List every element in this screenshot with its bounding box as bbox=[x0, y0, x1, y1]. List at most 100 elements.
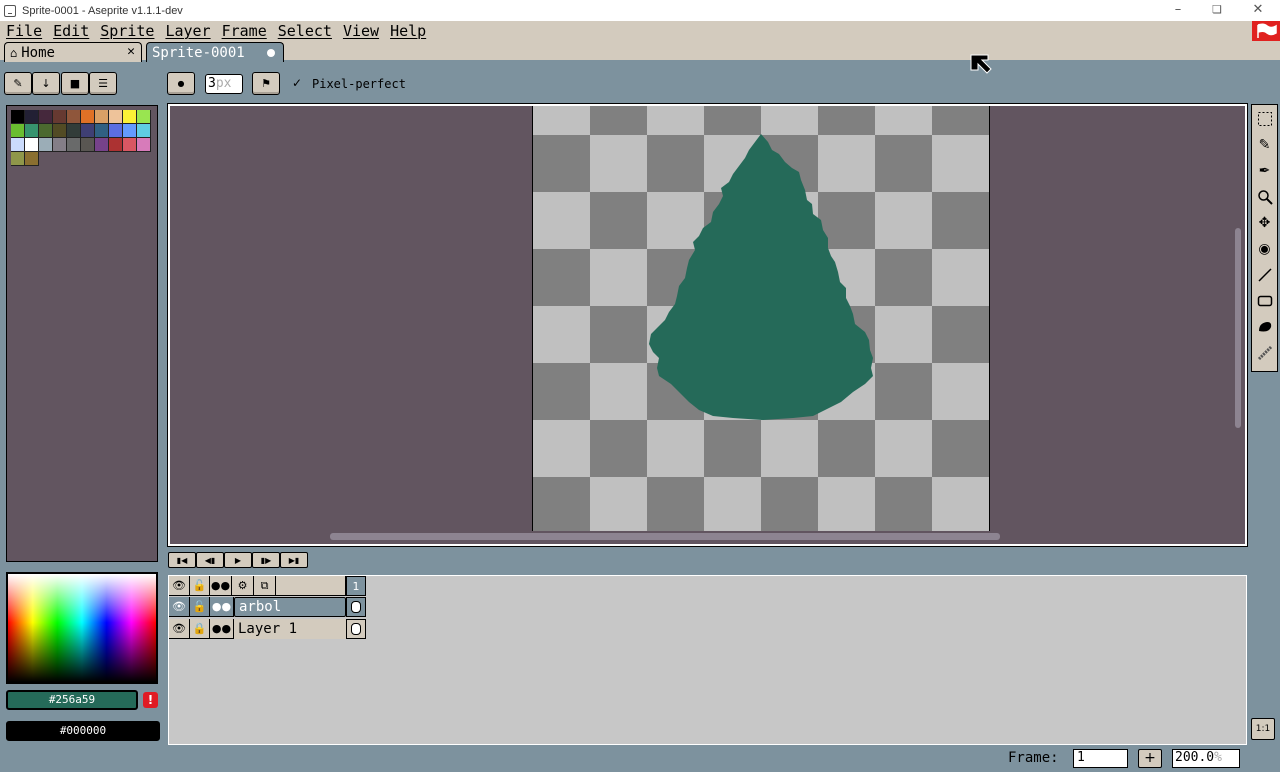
menu-frame[interactable]: Frame bbox=[222, 22, 267, 40]
palette-swatch[interactable] bbox=[53, 110, 67, 124]
sort-palette-button[interactable]: ↓ bbox=[32, 72, 60, 95]
line-tool[interactable] bbox=[1253, 262, 1276, 287]
sprite-canvas[interactable] bbox=[532, 106, 990, 531]
gear-icon[interactable]: ⚙ bbox=[232, 576, 254, 596]
palette-swatch[interactable] bbox=[39, 124, 53, 138]
palette-swatch[interactable] bbox=[25, 138, 39, 152]
palette-swatch[interactable] bbox=[137, 110, 151, 124]
palette-swatch[interactable] bbox=[53, 124, 67, 138]
first-frame-button[interactable]: ▮◀ bbox=[168, 552, 196, 568]
palette-swatch[interactable] bbox=[67, 138, 81, 152]
layer-visibility-toggle[interactable]: 👁 bbox=[169, 619, 190, 639]
frame-header[interactable]: 1 bbox=[346, 576, 366, 596]
blur-tool[interactable] bbox=[1253, 340, 1276, 365]
news-flag-icon[interactable] bbox=[1252, 21, 1280, 41]
palette-swatch[interactable] bbox=[11, 152, 25, 166]
foreground-color-button[interactable]: #256a59 bbox=[6, 690, 138, 710]
contour-tool[interactable] bbox=[1253, 314, 1276, 339]
palette-swatch[interactable] bbox=[39, 138, 53, 152]
palette-swatch[interactable] bbox=[11, 124, 25, 138]
palette-swatch[interactable] bbox=[25, 110, 39, 124]
palette-swatch[interactable] bbox=[81, 138, 95, 152]
layer-visibility-toggle[interactable]: 👁 bbox=[169, 597, 190, 617]
vertical-scroll-thumb[interactable] bbox=[1235, 228, 1241, 428]
palette-swatch[interactable] bbox=[67, 110, 81, 124]
continuous-header-icon[interactable]: ●● bbox=[210, 576, 232, 596]
close-icon[interactable]: ✕ bbox=[127, 44, 135, 59]
palette-swatch[interactable] bbox=[39, 110, 53, 124]
palette-swatch[interactable] bbox=[137, 138, 151, 152]
palette-swatch[interactable] bbox=[109, 124, 123, 138]
layer-arbol[interactable]: arbol bbox=[234, 597, 346, 617]
menu-layer[interactable]: Layer bbox=[165, 22, 210, 40]
rectangle-tool[interactable] bbox=[1253, 288, 1276, 313]
palette-swatch[interactable] bbox=[137, 124, 151, 138]
palette-swatch[interactable] bbox=[95, 124, 109, 138]
palette-swatch[interactable] bbox=[11, 110, 25, 124]
tab-home[interactable]: ⌂ Home ✕ bbox=[4, 42, 142, 62]
minimize-button[interactable]: – bbox=[1170, 2, 1186, 18]
brush-dot-icon: ● bbox=[177, 79, 185, 88]
palette-swatch[interactable] bbox=[53, 138, 67, 152]
move-tool[interactable]: ✥ bbox=[1253, 210, 1276, 235]
background-color-button[interactable]: #000000 bbox=[6, 721, 160, 741]
restore-button[interactable]: ❏ bbox=[1209, 2, 1225, 18]
palette-swatch[interactable] bbox=[67, 124, 81, 138]
menu-sprite[interactable]: Sprite bbox=[100, 22, 154, 40]
presets-button[interactable]: ■ bbox=[61, 72, 89, 95]
tab-sprite[interactable]: Sprite-0001 bbox=[146, 42, 284, 62]
palette-swatch[interactable] bbox=[25, 124, 39, 138]
fill-tool[interactable]: ◉ bbox=[1253, 236, 1276, 261]
frame-input[interactable]: 1 bbox=[1073, 749, 1128, 768]
palette-swatch[interactable] bbox=[123, 110, 137, 124]
palette-options-button[interactable]: ☰ bbox=[89, 72, 117, 95]
palette-swatch[interactable] bbox=[123, 138, 137, 152]
next-frame-button[interactable]: ▮▶ bbox=[252, 552, 280, 568]
menu-help[interactable]: Help bbox=[390, 22, 426, 40]
zoom-tool[interactable] bbox=[1253, 184, 1276, 209]
edit-palette-button[interactable]: ✎ bbox=[4, 72, 32, 95]
rectangular-marquee-tool[interactable] bbox=[1253, 106, 1276, 131]
cel-arbol-frame-1[interactable] bbox=[346, 597, 366, 617]
layer-continuous-toggle[interactable]: ●● bbox=[210, 597, 234, 617]
palette-swatch[interactable] bbox=[25, 152, 39, 166]
palette-swatch[interactable] bbox=[109, 110, 123, 124]
zoom-reset-button[interactable]: 1:1 bbox=[1251, 718, 1275, 740]
cel-layer1-frame-1[interactable] bbox=[346, 619, 366, 639]
horizontal-scroll-thumb[interactable] bbox=[330, 533, 1000, 540]
palette-swatch[interactable] bbox=[81, 124, 95, 138]
modified-indicator-icon[interactable] bbox=[267, 49, 275, 57]
palette-swatch[interactable] bbox=[109, 138, 123, 152]
zoom-input[interactable]: 200.0% bbox=[1172, 749, 1240, 768]
palette-swatch[interactable] bbox=[123, 124, 137, 138]
menu-edit[interactable]: Edit bbox=[53, 22, 89, 40]
layer-1[interactable]: Layer 1 bbox=[234, 619, 346, 639]
cel-icon bbox=[351, 623, 361, 635]
close-window-button[interactable]: ✕ bbox=[1250, 2, 1266, 18]
visibility-header-icon[interactable]: 👁 bbox=[169, 576, 190, 596]
brush-size-input[interactable]: 3px bbox=[205, 74, 243, 94]
pencil-tool[interactable]: ✎ bbox=[1253, 132, 1276, 157]
previous-frame-button[interactable]: ◀▮ bbox=[196, 552, 224, 568]
palette-swatch[interactable] bbox=[11, 138, 25, 152]
play-button[interactable]: ▶ bbox=[224, 552, 252, 568]
layer-lock-toggle[interactable]: 🔓 bbox=[190, 597, 210, 617]
menu-view[interactable]: View bbox=[343, 22, 379, 40]
layer-lock-toggle[interactable]: 🔒 bbox=[190, 619, 210, 639]
lock-header-icon[interactable]: 🔓 bbox=[190, 576, 210, 596]
layer-continuous-toggle[interactable]: ●● bbox=[210, 619, 234, 639]
last-frame-button[interactable]: ▶▮ bbox=[280, 552, 308, 568]
onion-skin-icon[interactable]: ⧉ bbox=[254, 576, 276, 596]
palette-swatch[interactable] bbox=[81, 110, 95, 124]
pixel-perfect-checkbox[interactable]: ✓ bbox=[292, 77, 304, 89]
menu-select[interactable]: Select bbox=[278, 22, 332, 40]
add-frame-button[interactable]: + bbox=[1138, 749, 1162, 768]
palette-swatch[interactable] bbox=[95, 138, 109, 152]
menu-file[interactable]: File bbox=[6, 22, 42, 40]
color-warning-icon[interactable]: ! bbox=[143, 692, 158, 708]
ink-type-button[interactable]: ⚑ bbox=[252, 72, 280, 95]
color-spectrum[interactable] bbox=[6, 572, 158, 684]
brush-type-button[interactable]: ● bbox=[167, 72, 195, 95]
eyedropper-tool[interactable]: ✒ bbox=[1253, 158, 1276, 183]
palette-swatch[interactable] bbox=[95, 110, 109, 124]
